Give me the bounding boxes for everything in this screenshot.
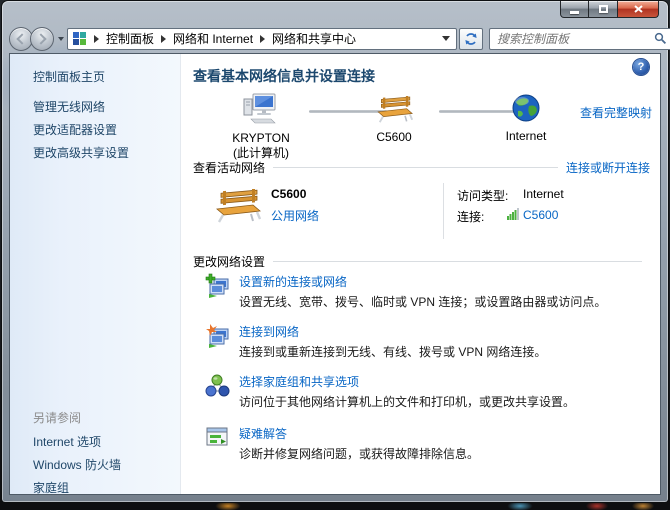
desktop-background: 控制面板 网络和 Internet 网络和共享中心 (0, 0, 670, 510)
window-controls (560, 1, 659, 18)
page-title: 查看基本网络信息并设置连接 (193, 66, 375, 86)
breadcrumb-separator-icon (161, 35, 166, 43)
breadcrumb-network-sharing-center[interactable]: 网络和共享中心 (272, 30, 356, 47)
forward-button[interactable] (30, 27, 54, 51)
sidebar-item-homegroup[interactable]: 家庭组 (33, 479, 69, 495)
troubleshoot-icon (205, 425, 231, 451)
breadcrumb-separator-icon (94, 35, 99, 43)
network-type-link[interactable]: 公用网络 (271, 207, 319, 224)
map-internet-label: Internet (486, 129, 566, 144)
troubleshoot-desc: 诊断并修复网络问题，或获得故障排除信息。 (239, 447, 652, 462)
new-connection-icon (205, 273, 231, 299)
setup-new-connection-desc: 设置无线、宽带、拨号、临时或 VPN 连接；或设置路由器或访问点。 (239, 295, 652, 310)
sidebar: 控制面板主页 管理无线网络 更改适配器设置 更改高级共享设置 另请参阅 Inte… (10, 54, 181, 494)
minimize-button[interactable] (560, 1, 589, 18)
map-node-network[interactable]: C5600 (353, 96, 435, 145)
connection-link[interactable]: C5600 (523, 208, 558, 222)
main-panel: 查看基本网络信息并设置连接 ? (181, 54, 660, 494)
address-bar[interactable]: 控制面板 网络和 Internet 网络和共享中心 (67, 28, 457, 50)
sidebar-item-control-panel-home[interactable]: 控制面板主页 (33, 68, 105, 85)
network-center-icon (72, 31, 87, 46)
network-bench-icon (375, 96, 413, 123)
search-icon[interactable] (654, 32, 667, 45)
task-setup-new-connection: 设置新的连接或网络 设置无线、宽带、拨号、临时或 VPN 连接；或设置路由器或访… (205, 273, 652, 310)
breadcrumb-network-internet[interactable]: 网络和 Internet (173, 30, 253, 47)
close-button[interactable] (618, 1, 659, 18)
breadcrumb-separator-icon (260, 35, 265, 43)
connect-disconnect-link[interactable]: 连接或断开连接 (566, 159, 650, 176)
close-icon (634, 5, 643, 13)
connect-to-network-icon (205, 323, 231, 349)
breadcrumb-control-panel[interactable]: 控制面板 (106, 30, 154, 47)
search-box[interactable] (489, 28, 670, 50)
see-full-map-link[interactable]: 查看完整映射 (580, 104, 652, 121)
task-connect-to-network: 连接到网络 连接到或重新连接到无线、有线、拨号或 VPN 网络连接。 (205, 323, 652, 360)
connect-to-network-link[interactable]: 连接到网络 (239, 323, 299, 340)
access-type-value: Internet (523, 187, 564, 201)
computer-icon (242, 92, 280, 124)
network-bench-icon (213, 189, 261, 223)
wireless-signal-icon (507, 208, 519, 220)
map-computer-label: KRYPTON (此计算机) (216, 131, 306, 161)
network-sharing-center-window: 控制面板 网络和 Internet 网络和共享中心 (2, 1, 668, 502)
task-homegroup-sharing: 选择家庭组和共享选项 访问位于其他网络计算机上的文件和打印机，或更改共享设置。 (205, 373, 652, 410)
maximize-icon (599, 5, 608, 13)
see-also-header: 另请参阅 (33, 409, 81, 426)
minimize-icon (570, 11, 579, 14)
network-settings-header: 更改网络设置 (193, 253, 650, 270)
active-networks-title: 查看活动网络 (193, 159, 265, 176)
map-network-label: C5600 (353, 130, 435, 145)
search-input[interactable] (497, 32, 654, 46)
active-network-name: C5600 (271, 187, 306, 201)
connect-to-network-desc: 连接到或重新连接到无线、有线、拨号或 VPN 网络连接。 (239, 345, 652, 360)
card-divider (443, 183, 444, 239)
active-networks-header: 查看活动网络 连接或断开连接 (193, 159, 650, 176)
maximize-button[interactable] (589, 1, 618, 18)
troubleshoot-link[interactable]: 疑难解答 (239, 425, 287, 442)
setup-new-connection-link[interactable]: 设置新的连接或网络 (239, 273, 347, 290)
forward-arrow-icon (35, 33, 46, 44)
sidebar-item-internet-options[interactable]: Internet 选项 (33, 433, 101, 450)
connections-label: 连接: (457, 208, 484, 225)
homegroup-sharing-link[interactable]: 选择家庭组和共享选项 (239, 373, 359, 390)
active-network-card: C5600 公用网络 访问类型: Internet 连接: C5600 (193, 181, 650, 243)
window-content: 控制面板主页 管理无线网络 更改适配器设置 更改高级共享设置 另请参阅 Inte… (9, 53, 661, 495)
homegroup-sharing-desc: 访问位于其他网络计算机上的文件和打印机，或更改共享设置。 (239, 395, 652, 410)
task-troubleshoot: 疑难解答 诊断并修复网络问题，或获得故障排除信息。 (205, 425, 652, 462)
recent-pages-dropdown[interactable] (58, 37, 64, 41)
sidebar-item-windows-firewall[interactable]: Windows 防火墙 (33, 456, 121, 473)
internet-globe-icon (512, 94, 540, 122)
refresh-button[interactable] (459, 28, 483, 50)
refresh-icon (464, 32, 478, 46)
map-node-internet[interactable]: Internet (486, 94, 566, 144)
sidebar-item-change-adapter[interactable]: 更改适配器设置 (33, 121, 117, 138)
access-type-label: 访问类型: (457, 187, 508, 204)
navigation-toolbar: 控制面板 网络和 Internet 网络和共享中心 (9, 25, 661, 52)
homegroup-icon (205, 373, 231, 399)
section-rule (273, 167, 558, 168)
address-dropdown-icon[interactable] (442, 36, 450, 41)
sidebar-item-advanced-sharing[interactable]: 更改高级共享设置 (33, 144, 129, 161)
map-node-computer[interactable]: KRYPTON (此计算机) (216, 92, 306, 161)
back-arrow-icon (16, 33, 27, 44)
network-settings-title: 更改网络设置 (193, 253, 265, 270)
help-icon[interactable]: ? (633, 59, 649, 75)
sidebar-item-manage-wireless[interactable]: 管理无线网络 (33, 98, 105, 115)
section-rule (273, 261, 642, 262)
